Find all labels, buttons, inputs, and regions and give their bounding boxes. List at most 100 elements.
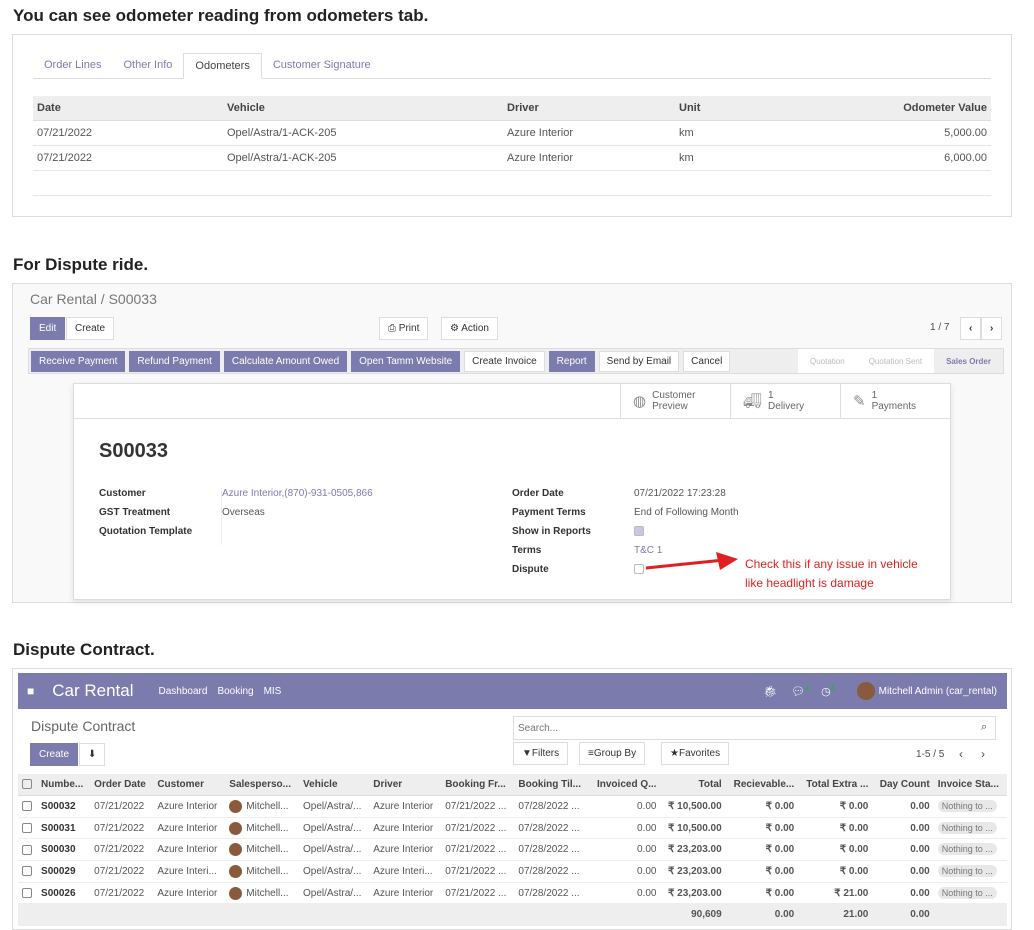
avatar xyxy=(229,843,243,857)
pager-next-button[interactable]: › xyxy=(981,317,1003,340)
column-header[interactable]: Vehicle xyxy=(299,774,370,796)
tab-odometers[interactable]: Odometers xyxy=(183,53,262,79)
status-button-create-invoice[interactable]: Create Invoice xyxy=(464,350,545,372)
table-row[interactable]: S00031 07/21/2022 Azure Interior Mitchell..… xyxy=(18,817,1007,840)
debug-icon[interactable]: 🐞︎ xyxy=(763,685,777,698)
tab-customer-signature[interactable]: Customer Signature xyxy=(262,53,382,78)
table-cell: 07/21/2022 xyxy=(90,860,154,883)
action-button[interactable]: ⚙ Action xyxy=(441,317,498,340)
cell-text: 07/21/2022 ... xyxy=(445,844,507,856)
column-header[interactable]: Unit xyxy=(675,96,795,121)
column-header[interactable]: Total Extra ... xyxy=(798,774,873,796)
column-header[interactable]: Recievable... xyxy=(725,774,799,796)
column-header[interactable]: Day Count xyxy=(872,774,934,796)
pager-prev-button[interactable]: ‹ xyxy=(959,747,963,761)
download-icon[interactable]: ⬇ xyxy=(79,743,106,766)
table-cell: ₹ 23,203.00 xyxy=(660,860,726,883)
table-row[interactable]: S00029 07/21/2022 Azure Interi... Mitchell.… xyxy=(18,860,1007,883)
stage-quotation-sent[interactable]: Quotation Sent xyxy=(857,349,934,373)
cell-text: 07/28/2022 ... xyxy=(518,800,580,812)
tab-order-lines[interactable]: Order Lines xyxy=(33,53,112,78)
stage-sales-order[interactable]: Sales Order xyxy=(934,349,1003,373)
group-by-button[interactable]: ≡Group By xyxy=(579,742,646,765)
search-input[interactable] xyxy=(513,716,996,740)
messages-icon[interactable]: 💬︎4 xyxy=(791,685,809,698)
favorites-button[interactable]: ★Favorites xyxy=(661,742,730,765)
table-cell: 07/21/2022 xyxy=(90,882,154,905)
column-header[interactable]: Salesperso... xyxy=(225,774,300,796)
table-cell: ₹ 23,203.00 xyxy=(660,838,726,862)
activities-icon[interactable]: ◷6 xyxy=(821,685,835,698)
column-header[interactable]: Date xyxy=(33,96,223,121)
row-checkbox[interactable] xyxy=(18,838,38,862)
column-header[interactable]: Booking Fr... xyxy=(441,774,515,796)
column-header[interactable]: Order Date xyxy=(90,774,154,796)
column-header[interactable]: Driver xyxy=(503,96,675,121)
apps-menu-icon[interactable]: ■ xyxy=(27,684,34,698)
cell-text: ₹ 0.00 xyxy=(765,822,795,834)
table-cell: 07/21/2022 ... xyxy=(441,838,515,862)
column-header[interactable]: Vehicle xyxy=(223,96,503,121)
status-button-send-by-email[interactable]: Send by Email xyxy=(598,350,680,372)
column-header[interactable]: Customer xyxy=(153,774,226,796)
status-button-report[interactable]: Report xyxy=(548,350,595,372)
smart-button-delivery[interactable]: 🚚︎ 1 Delivery xyxy=(730,384,840,418)
cell-text: S00031 xyxy=(41,822,76,834)
column-header[interactable]: Invoiced Q... xyxy=(589,774,661,796)
row-checkbox[interactable] xyxy=(18,817,38,840)
menu-item-booking[interactable]: Booking xyxy=(217,686,253,697)
column-header[interactable]: Invoice Sta... xyxy=(933,774,1007,796)
avatar[interactable] xyxy=(856,682,875,700)
show-in-reports-checkbox[interactable] xyxy=(634,526,739,545)
status-button-open-tamm-website[interactable]: Open Tamm Website xyxy=(351,350,461,372)
pager-next-button[interactable]: › xyxy=(981,747,985,761)
row-checkbox[interactable] xyxy=(18,795,38,818)
cell-text: Opel/Astra/... xyxy=(303,865,362,877)
status-button-cancel[interactable]: Cancel xyxy=(683,350,731,372)
table-row[interactable]: S00026 07/21/2022 Azure Interior Mitchell..… xyxy=(18,882,1007,905)
column-header[interactable]: Odometer Value xyxy=(795,96,991,121)
cell-text: 0.00 xyxy=(636,822,657,834)
status-button-receive-payment[interactable]: Receive Payment xyxy=(31,350,126,372)
menu-item-dashboard[interactable]: Dashboard xyxy=(159,686,208,697)
smart-button-top: 1 xyxy=(871,390,878,401)
total-cell: 0.00 xyxy=(725,903,799,927)
column-header[interactable]: Booking Til... xyxy=(514,774,590,796)
table-cell: ₹ 0.00 xyxy=(725,795,799,818)
create-button[interactable]: Create xyxy=(66,317,115,340)
table-cell: Azure Interior xyxy=(369,882,442,905)
table-row[interactable]: S00030 07/21/2022 Azure Interior Mitchell..… xyxy=(18,838,1007,862)
column-header[interactable]: Numbe... xyxy=(37,774,91,796)
tab-other-info[interactable]: Other Info xyxy=(112,53,183,78)
pager-prev-button[interactable]: ‹ xyxy=(960,317,982,340)
table-row[interactable]: 07/21/2022 Opel/Astra/1-ACK-205 Azure Inte… xyxy=(33,120,991,146)
status-button-refund-payment[interactable]: Refund Payment xyxy=(129,350,220,372)
smart-button-payments[interactable]: ✎ 1 Payments xyxy=(840,384,950,418)
row-checkbox[interactable] xyxy=(18,882,38,905)
breadcrumb[interactable]: Car Rental / S00033 xyxy=(30,291,157,307)
menu-item-mis[interactable]: MIS xyxy=(264,686,282,697)
cell-text: Mitchell... xyxy=(246,866,289,878)
stage-quotation[interactable]: Quotation xyxy=(798,349,857,373)
select-all-checkbox[interactable] xyxy=(18,774,38,796)
cell-text: Azure Interior xyxy=(157,822,218,834)
filters-button[interactable]: ▼Filters xyxy=(513,742,569,765)
table-cell: Mitchell... xyxy=(225,817,300,840)
table-cell: Nothing to ... xyxy=(933,860,1007,883)
table-row[interactable]: 07/21/2022 Opel/Astra/1-ACK-205 Azure Inte… xyxy=(33,145,991,171)
search-icon[interactable]: ⌕ xyxy=(981,721,987,734)
create-button[interactable]: Create xyxy=(30,743,79,766)
field-value-customer[interactable]: Azure Interior,(870)-931-0505,866 xyxy=(222,488,373,507)
app-name[interactable]: Car Rental xyxy=(52,681,133,701)
user-menu[interactable]: Mitchell Admin (car_rental) xyxy=(879,686,997,697)
column-header[interactable]: Total xyxy=(660,774,726,796)
smart-button-preview[interactable]: ◍ Customer Preview xyxy=(620,384,730,418)
status-button-calculate-amount-owed[interactable]: Calculate Amount Owed xyxy=(223,350,348,372)
print-button[interactable]: ⎙ Print xyxy=(379,317,429,340)
table-row[interactable]: S00032 07/21/2022 Azure Interior Mitchell..… xyxy=(18,795,1007,818)
edit-button[interactable]: Edit xyxy=(30,317,66,340)
column-header[interactable]: Driver xyxy=(369,774,442,796)
row-checkbox[interactable] xyxy=(18,860,38,883)
status-badge: Nothing to ... xyxy=(937,799,997,812)
cell-text: 0.00 xyxy=(910,844,930,856)
